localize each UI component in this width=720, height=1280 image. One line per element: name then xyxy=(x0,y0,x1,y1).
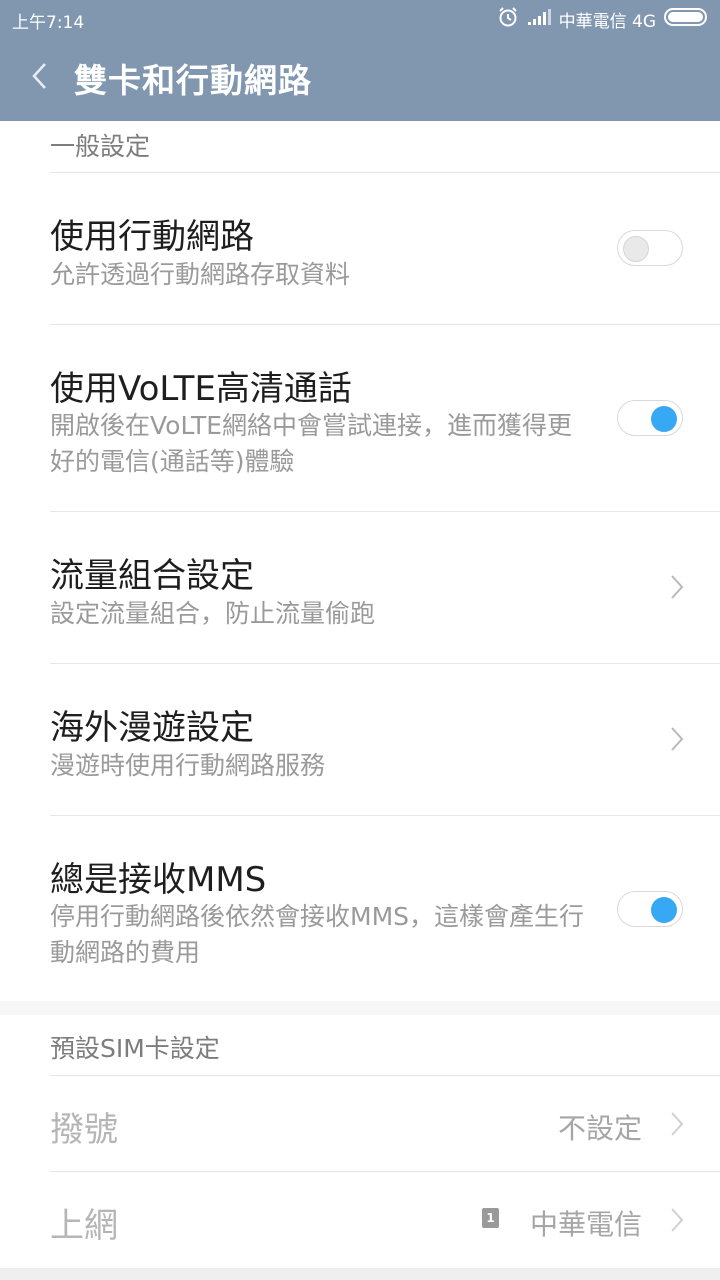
chevron-right-icon xyxy=(670,1111,684,1137)
setting-data-plan[interactable]: 流量組合設定 設定流量組合，防止流量偷跑 xyxy=(0,512,720,663)
carrier-label: 中華電信 4G xyxy=(558,11,656,32)
setting-subtitle: 設定流量組合，防止流量偷跑 xyxy=(50,599,376,628)
setting-value: 不設定 xyxy=(557,1112,642,1145)
section-header-general: 一般設定 xyxy=(50,132,151,161)
setting-title: 使用VoLTE高清通話 xyxy=(50,369,352,409)
battery-icon xyxy=(664,7,710,32)
chevron-left-icon xyxy=(31,62,47,94)
general-settings-card: 一般設定 使用行動網路 允許透過行動網路存取資料 使用VoLTE高清通話 開啟後… xyxy=(0,121,720,1001)
setting-use-mobile-data[interactable]: 使用行動網路 允許透過行動網路存取資料 xyxy=(0,173,720,324)
sim-card-icon: 1 xyxy=(482,1208,499,1228)
toggle-knob xyxy=(623,236,649,262)
setting-subtitle: 開啟後在VoLTE網絡中會嘗試連接，進而獲得更好的電信(通話等)體驗 xyxy=(50,411,573,476)
setting-title: 撥號 xyxy=(50,1110,118,1150)
setting-title: 使用行動網路 xyxy=(50,217,254,257)
toggle-knob xyxy=(651,406,677,432)
bottom-spacer xyxy=(0,1268,720,1280)
setting-subtitle: 允許透過行動網路存取資料 xyxy=(50,260,351,289)
setting-volte[interactable]: 使用VoLTE高清通話 開啟後在VoLTE網絡中會嘗試連接，進而獲得更好的電信(… xyxy=(0,325,720,511)
toggle-knob xyxy=(651,897,677,923)
app-bar: 上午7:14 中華電信 4G 雙卡和行動網路 xyxy=(0,0,720,121)
chevron-right-icon xyxy=(670,726,684,752)
back-button[interactable] xyxy=(28,60,50,96)
setting-title: 流量組合設定 xyxy=(50,556,254,596)
status-time: 上午7:14 xyxy=(12,13,85,33)
settings-content: 一般設定 使用行動網路 允許透過行動網路存取資料 使用VoLTE高清通話 開啟後… xyxy=(0,121,720,1280)
chevron-right-icon xyxy=(670,574,684,600)
setting-default-call-sim[interactable]: 撥號 不設定 xyxy=(0,1076,720,1171)
mobile-data-toggle[interactable] xyxy=(617,230,683,266)
setting-title: 總是接收MMS xyxy=(50,860,267,900)
setting-subtitle: 停用行動網路後依然會接收MMS，這樣會產生行動網路的費用 xyxy=(50,902,585,967)
setting-subtitle: 漫遊時使用行動網路服務 xyxy=(50,751,326,780)
chevron-right-icon xyxy=(670,1207,684,1233)
status-icons: 中華電信 4G xyxy=(497,6,710,32)
setting-always-receive-mms[interactable]: 總是接收MMS 停用行動網路後依然會接收MMS，這樣會產生行動網路的費用 xyxy=(0,816,720,1001)
sim-settings-card: 預設SIM卡設定 撥號 不設定 上網 1 中華電信 xyxy=(0,1015,720,1268)
alarm-icon xyxy=(497,6,519,33)
status-bar: 上午7:14 中華電信 4G xyxy=(0,0,720,38)
section-header-sim: 預設SIM卡設定 xyxy=(50,1034,220,1063)
setting-title: 上網 xyxy=(50,1206,118,1246)
mms-toggle[interactable] xyxy=(617,891,683,927)
setting-roaming[interactable]: 海外漫遊設定 漫遊時使用行動網路服務 xyxy=(0,664,720,815)
signal-icon xyxy=(527,8,551,31)
volte-toggle[interactable] xyxy=(617,400,683,436)
setting-title: 海外漫遊設定 xyxy=(50,708,254,748)
setting-value: 中華電信 xyxy=(529,1208,642,1241)
setting-default-data-sim[interactable]: 上網 1 中華電信 xyxy=(0,1172,720,1268)
page-title: 雙卡和行動網路 xyxy=(74,61,312,100)
